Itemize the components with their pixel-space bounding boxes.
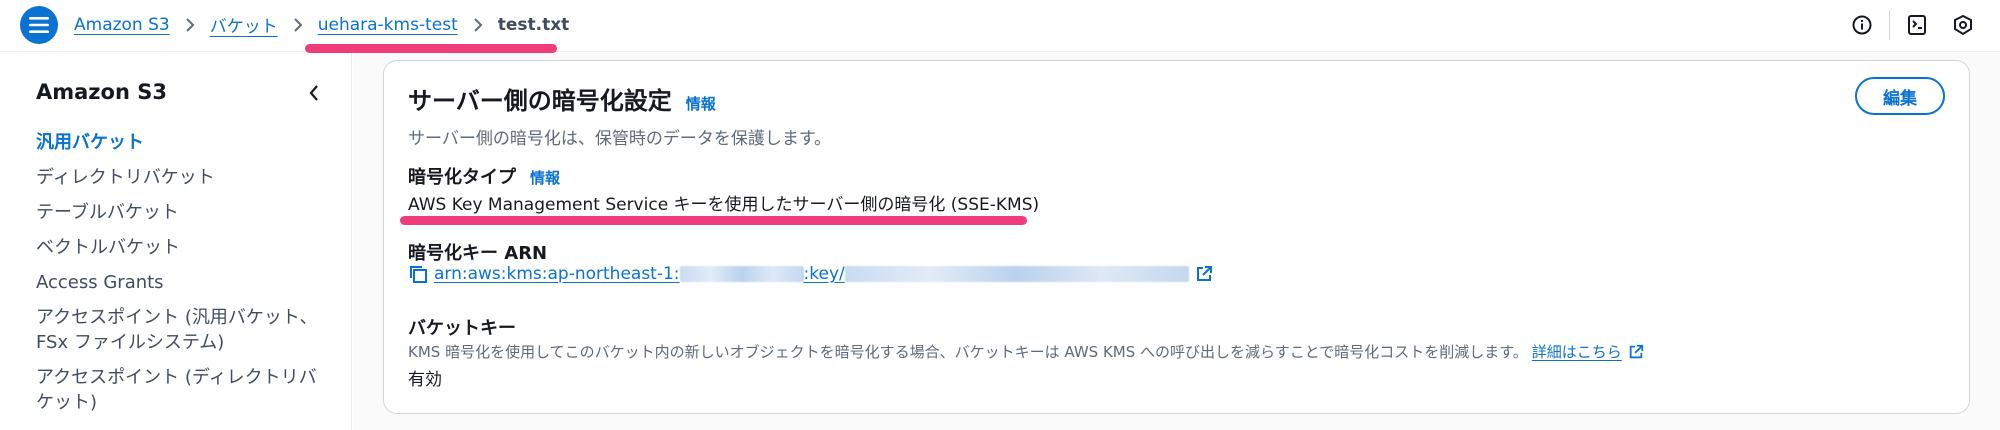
breadcrumb-current-object: test.txt xyxy=(497,14,570,35)
encryption-type-info-link[interactable]: 情報 xyxy=(530,167,560,188)
breadcrumb-bucket-name[interactable]: uehara-kms-test xyxy=(318,15,458,35)
sidebar-item-access-grants[interactable]: Access Grants xyxy=(36,270,326,295)
menu-button[interactable] xyxy=(20,6,58,44)
highlight-mark-breadcrumb xyxy=(305,44,557,53)
top-utility-icons xyxy=(1847,10,1978,40)
sidebar: Amazon S3 汎用バケット ディレクトリバケット テーブルバケット ベクト… xyxy=(0,53,352,430)
encryption-type-label-text: 暗号化タイプ xyxy=(408,167,516,188)
redacted-account-id xyxy=(679,266,804,282)
side-panel-icon[interactable] xyxy=(1902,10,1932,40)
arn-middle: :key/ xyxy=(803,264,845,284)
learn-more-link[interactable]: 詳細はこちら xyxy=(1532,341,1622,362)
sidebar-item-vector-buckets[interactable]: ベクトルバケット xyxy=(36,235,326,260)
card-title: サーバー側の暗号化設定 xyxy=(408,87,672,115)
chevron-right-icon xyxy=(185,17,195,33)
bucket-key-description-row: KMS 暗号化を使用してこのバケット内の新しいオブジェクトを暗号化する場合、バケ… xyxy=(408,341,1644,362)
bucket-key-label: バケットキー xyxy=(408,318,516,339)
encryption-settings-card: サーバー側の暗号化設定 情報 サーバー側の暗号化は、保管時のデータを保護します。… xyxy=(383,60,1970,414)
external-link-icon[interactable] xyxy=(1628,344,1644,360)
encryption-type-value: AWS Key Management Service キーを使用したサーバー側の… xyxy=(408,195,1040,215)
breadcrumb-buckets[interactable]: バケット xyxy=(210,12,278,37)
chevron-right-icon xyxy=(293,17,303,33)
arn-prefix: arn:aws:kms:ap-northeast-1: xyxy=(434,264,680,284)
sidebar-collapse-button[interactable] xyxy=(302,81,326,105)
info-link[interactable]: 情報 xyxy=(686,93,716,114)
chevron-right-icon xyxy=(473,17,483,33)
edit-button[interactable]: 編集 xyxy=(1855,77,1945,115)
encryption-key-arn-row: arn:aws:kms:ap-northeast-1: :key/ xyxy=(408,264,1213,284)
encryption-key-arn-link[interactable]: arn:aws:kms:ap-northeast-1: :key/ xyxy=(434,264,1189,284)
sidebar-item-general-buckets[interactable]: 汎用バケット xyxy=(36,130,326,155)
card-header: サーバー側の暗号化設定 情報 xyxy=(408,81,716,116)
sidebar-title: Amazon S3 xyxy=(36,80,167,104)
sidebar-item-access-points-general[interactable]: アクセスポイント (汎用バケット、 FSx ファイルシステム) xyxy=(36,305,326,355)
chevron-left-icon xyxy=(309,85,318,101)
sidebar-item-directory-buckets[interactable]: ディレクトリバケット xyxy=(36,165,326,190)
breadcrumb-amazon-s3[interactable]: Amazon S3 xyxy=(74,15,170,35)
card-description: サーバー側の暗号化は、保管時のデータを保護します。 xyxy=(408,129,832,149)
external-link-icon[interactable] xyxy=(1195,265,1213,283)
divider xyxy=(1889,10,1890,40)
copy-icon[interactable] xyxy=(408,264,428,284)
redacted-key-id xyxy=(844,266,1189,282)
sidebar-item-access-points-directory[interactable]: アクセスポイント (ディレクトリバケット) xyxy=(36,365,326,415)
bucket-key-value: 有効 xyxy=(408,370,442,390)
hamburger-icon xyxy=(29,17,49,33)
bucket-key-description: KMS 暗号化を使用してこのバケット内の新しいオブジェクトを暗号化する場合、バケ… xyxy=(408,343,1528,361)
encryption-type-label: 暗号化タイプ 情報 xyxy=(408,163,560,189)
encryption-key-arn-label: 暗号化キー ARN xyxy=(408,243,548,264)
highlight-mark-encryption-type xyxy=(400,216,1027,225)
sidebar-nav: 汎用バケット ディレクトリバケット テーブルバケット ベクトルバケット Acce… xyxy=(36,130,326,425)
sidebar-item-table-buckets[interactable]: テーブルバケット xyxy=(36,200,326,225)
breadcrumb: Amazon S3 バケット uehara-kms-test test.txt xyxy=(74,12,570,38)
shield-gear-icon[interactable] xyxy=(1948,10,1978,40)
top-navigation-bar: Amazon S3 バケット uehara-kms-test test.txt xyxy=(0,0,2000,52)
info-icon[interactable] xyxy=(1847,10,1877,40)
